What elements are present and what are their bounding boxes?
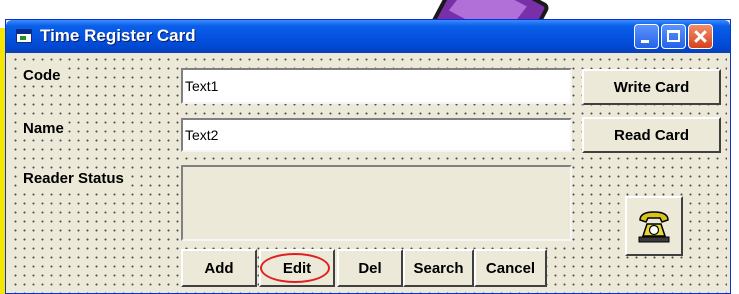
reader-status-box	[181, 165, 572, 241]
form-window-icon[interactable]	[16, 29, 32, 43]
telephone-icon	[638, 211, 670, 243]
reader-phone-button[interactable]	[625, 196, 683, 256]
name-label: Name	[21, 119, 66, 138]
code-label: Code	[21, 66, 63, 85]
title-bar[interactable]: Time Register Card	[6, 20, 730, 53]
cancel-button[interactable]: Cancel	[474, 249, 547, 287]
minimize-button[interactable]	[634, 24, 659, 49]
window-title: Time Register Card	[40, 26, 196, 45]
edit-button[interactable]: Edit	[259, 249, 335, 287]
reader-status-label: Reader Status	[21, 169, 126, 188]
read-card-button[interactable]: Read Card	[582, 117, 721, 153]
add-button[interactable]: Add	[181, 249, 257, 287]
close-button[interactable]	[688, 24, 713, 49]
code-field[interactable]	[181, 68, 572, 104]
time-register-card-window: Time Register Card Code Name Reader Stat…	[5, 19, 731, 294]
maximize-button[interactable]	[661, 24, 686, 49]
del-button[interactable]: Del	[337, 249, 403, 287]
write-card-button[interactable]: Write Card	[582, 69, 721, 105]
search-button[interactable]: Search	[403, 249, 474, 287]
name-field[interactable]	[181, 118, 572, 152]
